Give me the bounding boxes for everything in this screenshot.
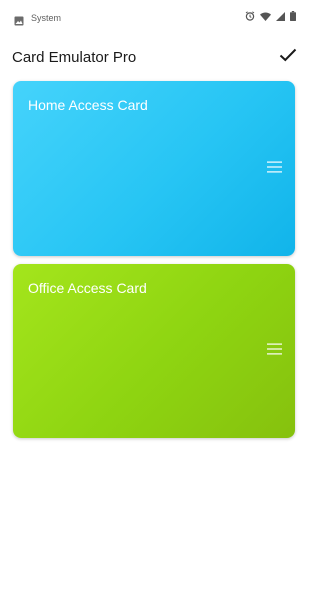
status-left: System — [14, 12, 62, 26]
card-home-access[interactable]: Home Access Card — [13, 81, 295, 256]
card-name: Office Access Card — [28, 280, 147, 296]
checkmark-icon — [279, 48, 297, 67]
card-name: Home Access Card — [28, 97, 148, 113]
wifi-icon — [260, 12, 271, 21]
menu-icon — [266, 160, 282, 178]
screen: System Card Emulator Pro Home Access Car… — [0, 0, 308, 592]
signal-icon — [276, 11, 285, 21]
image-icon — [14, 13, 24, 26]
status-bar: System — [0, 0, 308, 36]
card-menu-button[interactable] — [265, 160, 283, 178]
status-right — [240, 11, 296, 21]
alarm-icon — [245, 11, 255, 21]
app-title: Card Emulator Pro — [12, 49, 137, 66]
app-bar: Card Emulator Pro — [0, 36, 308, 80]
card-menu-button[interactable] — [265, 342, 283, 360]
battery-icon — [290, 11, 296, 21]
confirm-button[interactable] — [276, 45, 300, 69]
card-office-access[interactable]: Office Access Card — [13, 264, 295, 438]
status-app-label: System — [31, 13, 62, 23]
menu-icon — [266, 342, 282, 360]
